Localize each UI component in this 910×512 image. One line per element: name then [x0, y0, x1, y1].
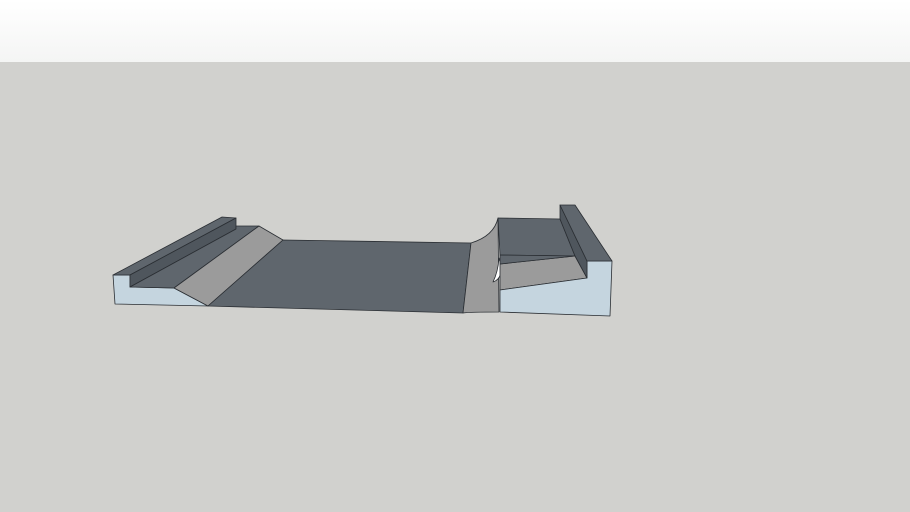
3d-model-viewport[interactable] [0, 0, 910, 512]
quarter-pipe-ramp [462, 217, 500, 314]
